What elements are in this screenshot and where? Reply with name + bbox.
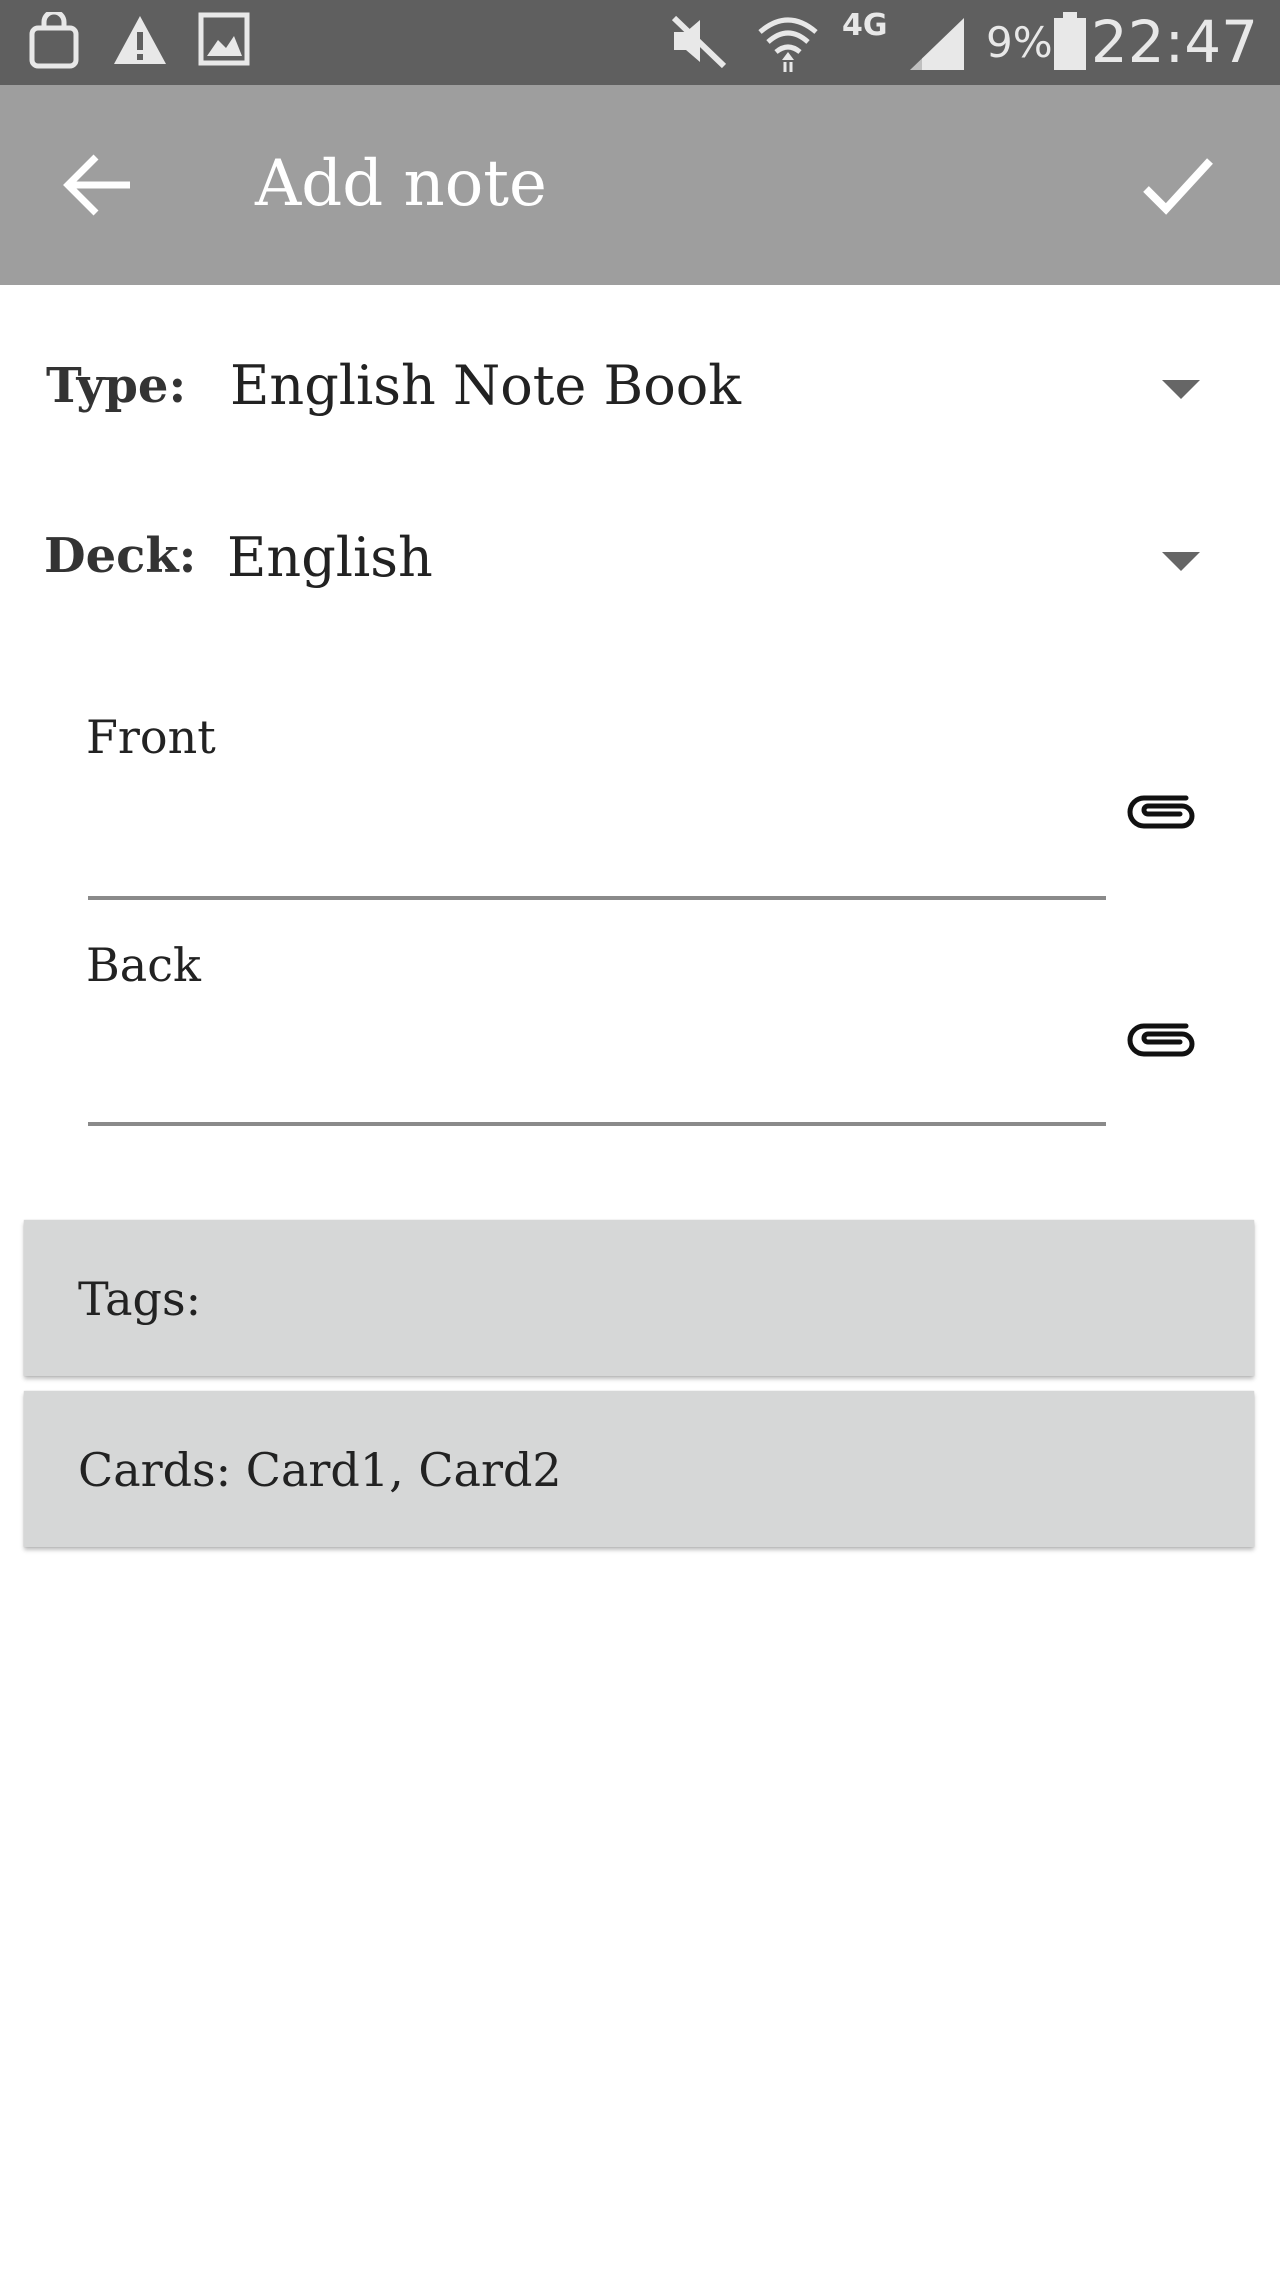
app-bar: Add note [0,85,1280,285]
arrow-left-icon [63,154,130,216]
warning-icon [114,16,166,64]
chevron-down-icon [1162,380,1200,399]
cards-label: Cards: Card1, Card2 [78,1443,562,1497]
battery-icon [1054,12,1086,70]
deck-label: Deck: [44,528,197,584]
network-type: 4G [842,8,888,43]
type-label: Type: [46,358,187,414]
tags-button[interactable]: Tags: [24,1220,1254,1376]
back-field-label: Back [86,938,201,992]
deck-value: English [227,526,433,589]
tags-label: Tags: [78,1272,202,1326]
note-type-value: English Note Book [230,354,741,417]
note-type-dropdown[interactable]: English Note Book [220,336,1220,446]
front-attach-button[interactable] [1124,784,1200,840]
page-title: Add note [255,147,547,221]
cards-button[interactable]: Cards: Card1, Card2 [24,1391,1254,1547]
image-icon [198,12,250,66]
front-field[interactable] [88,830,1106,900]
wifi-icon [758,17,818,72]
status-bar: 4G 9% 22:47 [0,0,1280,85]
front-field-label: Front [86,710,216,764]
battery-percentage: 9% [986,18,1053,67]
paperclip-icon [1127,1023,1195,1057]
back-button[interactable] [60,145,140,225]
save-button[interactable] [1136,143,1220,227]
signal-icon [910,18,964,70]
back-attach-button[interactable] [1124,1012,1200,1068]
deck-dropdown[interactable]: English [220,508,1220,618]
check-icon [1143,158,1213,215]
shopping-bag-icon [29,12,79,69]
back-field[interactable] [88,1056,1106,1126]
chevron-down-icon [1162,552,1200,571]
mute-icon [671,15,727,69]
paperclip-icon [1127,795,1195,829]
clock: 22:47 [1090,8,1258,76]
